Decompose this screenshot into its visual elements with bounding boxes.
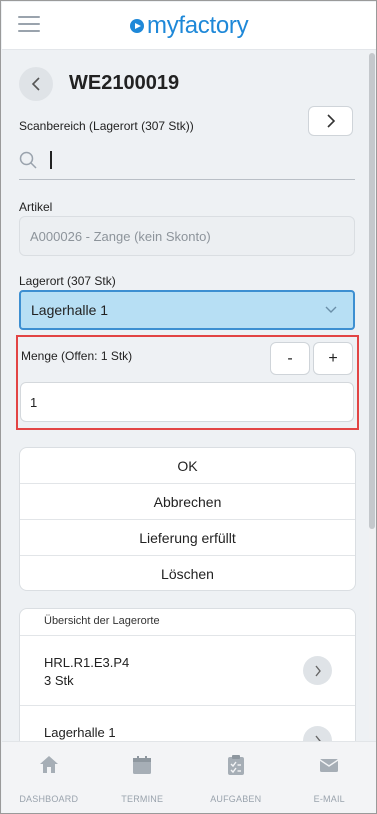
location-select[interactable]: Lagerhalle 1 xyxy=(19,290,355,330)
delete-button[interactable]: Löschen xyxy=(20,556,355,590)
nav-label: E-MAIL xyxy=(313,794,345,804)
page-title: WE2100019 xyxy=(69,72,180,94)
mail-icon xyxy=(319,759,339,772)
list-item[interactable]: HRL.R1.E3.P4 3 Stk xyxy=(20,636,355,706)
overview-header: Übersicht der Lagerorte xyxy=(20,609,355,636)
nav-label: AUFGABEN xyxy=(210,794,262,804)
search-icon xyxy=(19,151,37,169)
nav-aufgaben[interactable]: AUFGABEN xyxy=(189,742,283,813)
increment-button[interactable]: + xyxy=(313,342,353,375)
location-label: Lagerort (307 Stk) xyxy=(19,274,116,288)
article-field: A000026 - Zange (kein Skonto) xyxy=(19,216,355,256)
text-cursor xyxy=(50,151,52,169)
nav-termine[interactable]: TERMINE xyxy=(96,742,190,813)
list-item[interactable]: Lagerhalle 1 xyxy=(20,706,355,741)
delivery-fulfilled-button[interactable]: Lieferung erfüllt xyxy=(20,520,355,556)
back-button[interactable] xyxy=(19,67,53,101)
decrement-button[interactable]: - xyxy=(270,342,310,375)
article-label: Artikel xyxy=(19,200,53,214)
main-content: WE2100019 Scanbereich (Lagerort (307 Stk… xyxy=(2,51,368,741)
scan-input[interactable] xyxy=(19,147,355,180)
chevron-right-icon xyxy=(326,114,335,128)
nav-label: DASHBOARD xyxy=(19,794,79,804)
location-overview: Übersicht der Lagerorte HRL.R1.E3.P4 3 S… xyxy=(19,608,356,741)
ok-button[interactable]: OK xyxy=(20,448,355,484)
bottom-navigation: DASHBOARD TERMINE AUFGABEN E-MAIL xyxy=(2,741,377,813)
play-icon xyxy=(130,19,144,33)
logo-text: myfactory xyxy=(147,12,249,39)
scrollbar-thumb[interactable] xyxy=(369,53,375,529)
chevron-right-icon[interactable] xyxy=(303,656,332,685)
quantity-label: Menge (Offen: 1 Stk) xyxy=(21,349,133,363)
hamburger-icon[interactable] xyxy=(18,16,40,34)
app-frame: myfactory WE2100019 Scanbereich (Lageror… xyxy=(0,0,377,814)
nav-label: TERMINE xyxy=(121,794,164,804)
nav-dashboard[interactable]: DASHBOARD xyxy=(2,742,96,813)
calendar-icon xyxy=(133,756,152,774)
home-icon xyxy=(39,756,58,773)
cancel-button[interactable]: Abbrechen xyxy=(20,484,355,520)
chevron-down-icon xyxy=(325,306,337,313)
logo: myfactory xyxy=(130,11,249,41)
top-bar: myfactory xyxy=(2,2,376,50)
action-list: OK Abbrechen Lieferung erfüllt Löschen xyxy=(19,447,356,591)
nav-email[interactable]: E-MAIL xyxy=(283,742,377,813)
scrollbar[interactable] xyxy=(369,53,375,739)
quantity-input[interactable]: 1 xyxy=(20,382,354,422)
chevron-left-icon xyxy=(31,77,40,91)
location-selected-value: Lagerhalle 1 xyxy=(31,302,109,318)
next-button[interactable] xyxy=(308,106,353,136)
clipboard-check-icon xyxy=(227,755,244,775)
scan-area-label: Scanbereich (Lagerort (307 Stk)) xyxy=(19,119,194,133)
